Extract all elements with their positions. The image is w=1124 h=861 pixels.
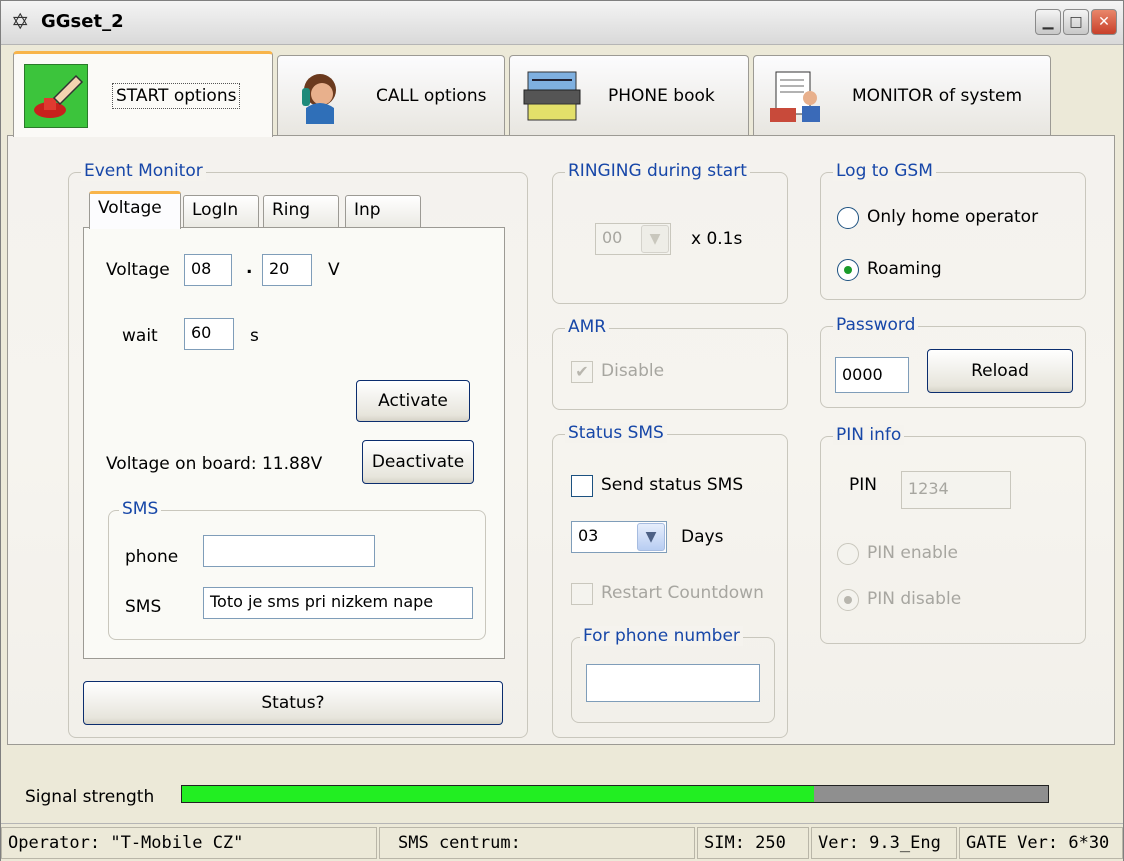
phone-label: phone [125,547,179,567]
log-to-gsm-title: Log to GSM [833,161,936,181]
sms-phone-input[interactable] [203,535,375,567]
sms-text-input[interactable]: Toto je sms pri nizkem nape [203,587,473,619]
title-bar[interactable]: ✡ GGset_2 ▁ □ ✕ [1,1,1123,45]
status-bar: Operator: "T-Mobile CZ" SMS centrum: SIM… [1,823,1123,861]
window-controls: ▁ □ ✕ [1035,9,1117,35]
pin-info-group: PIN info PIN 1234 PIN enable PIN disable [820,425,1086,644]
app-window: ✡ GGset_2 ▁ □ ✕ START options CALL optio… [0,0,1124,861]
amr-title: AMR [565,317,610,337]
tab-monitor-of-system[interactable]: MONITOR of system [753,55,1051,135]
wait-unit: s [250,326,259,346]
chevron-down-icon[interactable]: ▼ [637,523,665,551]
for-phone-number-input[interactable] [586,664,760,702]
activate-button[interactable]: Activate [356,380,470,422]
voltage-dec-input[interactable]: 20 [262,254,312,286]
subtab-voltage[interactable]: Voltage [89,191,181,229]
pin-info-title: PIN info [833,425,905,445]
tab-start-options[interactable]: START options [13,51,273,137]
close-icon[interactable]: ✕ [1091,9,1117,35]
only-home-operator-label: Only home operator [867,207,1039,227]
days-select[interactable]: 03 ▼ [571,521,667,553]
chevron-down-icon: ▼ [641,225,669,253]
wait-input[interactable]: 60 [184,318,234,350]
signal-area: Signal strength [7,751,1115,821]
event-monitor-group: Event Monitor Voltage LogIn Ring Inp Vol… [68,161,528,738]
roaming-label: Roaming [867,259,942,279]
voltage-on-board-text: Voltage on board: 11.88V [106,454,323,474]
amr-disable-label: Disable [601,361,665,381]
status-sms-title: Status SMS [565,423,667,443]
sms-group: SMS phone SMS Toto je sms pri nizkem nap… [108,499,486,640]
status-sms-centrum: SMS centrum: [379,827,695,859]
sms-text-label: SMS [125,597,162,617]
voltage-tab-page: Voltage 08 . 20 V wait 60 s Activate Vol… [83,227,505,659]
monitor-document-icon [764,64,828,128]
days-select-value: 03 [578,526,599,545]
pin-enable-label: PIN enable [867,543,959,563]
voltage-label: Voltage [106,260,170,280]
voltage-unit: V [328,260,340,280]
pin-label: PIN [849,475,877,495]
amr-group: AMR ✔ Disable [552,317,788,410]
ringing-select: 00 ▼ [595,223,671,255]
start-button-icon [24,63,88,128]
ringing-select-value: 00 [602,228,623,247]
event-monitor-title: Event Monitor [81,161,206,181]
restart-countdown-label: Restart Countdown [601,583,764,603]
wait-label: wait [122,326,158,346]
days-label: Days [681,527,724,547]
signal-strength-label: Signal strength [25,787,155,807]
voltage-int-input[interactable]: 08 [184,254,232,286]
voltage-separator: . [246,258,253,278]
reload-button[interactable]: Reload [927,349,1073,393]
subtab-inp[interactable]: Inp [345,195,421,227]
for-phone-number-group: For phone number [571,626,775,723]
status-sim: SIM: 250 [697,827,809,859]
send-status-sms-label: Send status SMS [601,475,744,495]
status-sms-group: Status SMS Send status SMS 03 ▼ Days Res… [552,423,788,738]
password-title: Password [833,315,919,335]
main-tabbar: START options CALL options PHONE book MO… [1,45,1123,137]
phone-person-icon [288,64,352,128]
roaming-radio[interactable] [837,259,859,281]
tab-call-options[interactable]: CALL options [277,55,505,135]
status-button[interactable]: Status? [83,681,503,725]
minimize-icon[interactable]: ▁ [1035,9,1061,35]
status-operator: Operator: "T-Mobile CZ" [1,827,377,859]
restart-countdown-checkbox [571,583,593,605]
subtab-ring[interactable]: Ring [263,195,339,227]
deactivate-button[interactable]: Deactivate [362,440,474,484]
only-home-operator-radio[interactable] [837,207,859,229]
app-icon: ✡ [11,10,30,35]
status-version: Ver: 9.3_Eng [811,827,957,859]
tab-label: MONITOR of system [852,85,1023,106]
subtab-login[interactable]: LogIn [183,195,259,227]
send-status-sms-checkbox[interactable] [571,475,593,497]
maximize-icon[interactable]: □ [1063,9,1089,35]
tab-label: START options [112,82,241,109]
start-options-panel: Event Monitor Voltage LogIn Ring Inp Vol… [7,135,1115,745]
tab-label: PHONE book [608,85,715,106]
pin-disable-label: PIN disable [867,589,962,609]
password-group: Password 0000 Reload [820,315,1086,408]
password-input[interactable]: 0000 [835,357,909,393]
ringing-unit: x 0.1s [691,229,743,249]
log-to-gsm-group: Log to GSM Only home operator Roaming [820,161,1086,300]
sms-group-title: SMS [119,499,162,519]
pin-input: 1234 [901,471,1011,509]
signal-strength-bar [181,785,1049,803]
tab-phone-book[interactable]: PHONE book [509,55,749,135]
pin-disable-radio [837,589,859,611]
signal-strength-fill [182,786,815,802]
pin-enable-radio [837,543,859,565]
tab-label: CALL options [376,85,487,106]
ringing-group: RINGING during start 00 ▼ x 0.1s [552,161,788,304]
window-title: GGset_2 [41,11,124,32]
for-phone-number-title: For phone number [580,626,743,646]
status-gate-version: GATE Ver: 6*30 [959,827,1123,859]
ringing-title: RINGING during start [565,161,750,181]
amr-disable-checkbox: ✔ [571,361,593,383]
phone-book-icon [520,64,584,128]
